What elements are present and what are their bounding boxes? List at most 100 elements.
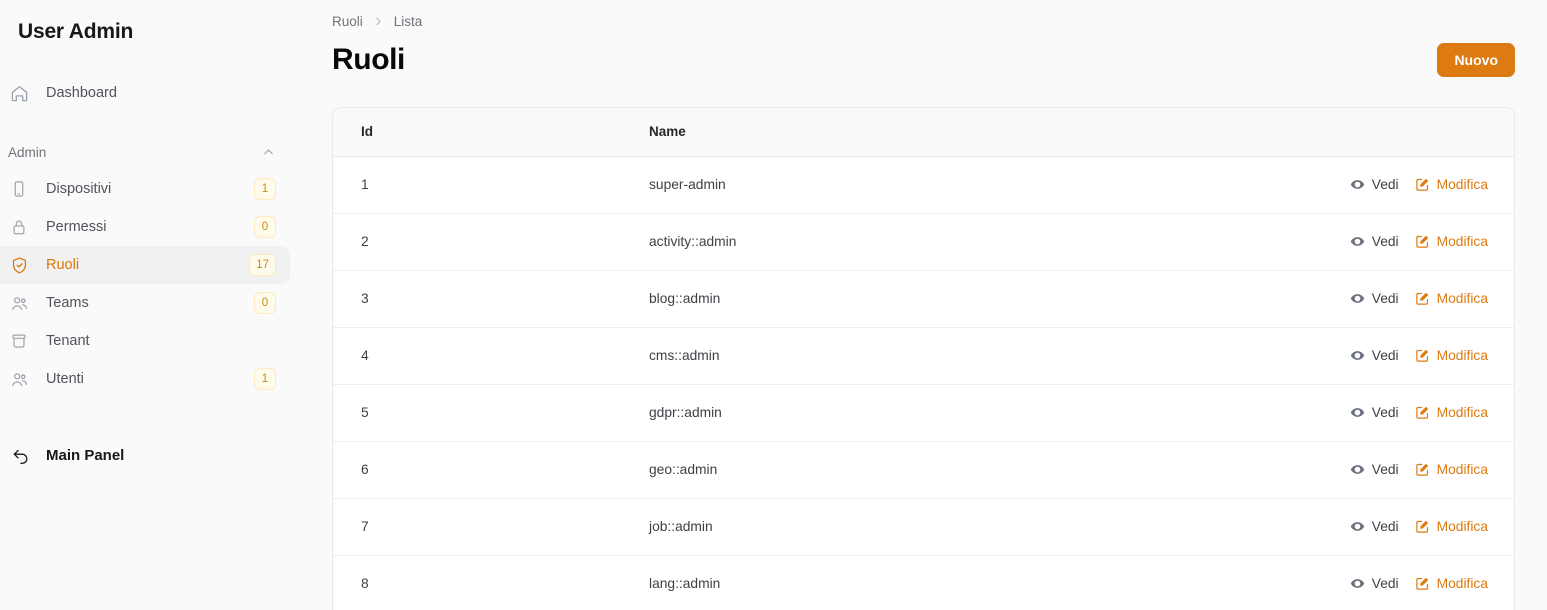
sidebar-item-label: Utenti	[46, 371, 84, 387]
view-action-label: Vedi	[1371, 348, 1399, 363]
view-action-label: Vedi	[1371, 519, 1399, 534]
sidebar-item-ruoli[interactable]: Ruoli 17	[0, 246, 290, 284]
edit-action[interactable]: Modifica	[1415, 234, 1488, 249]
view-action[interactable]: Vedi	[1350, 177, 1399, 192]
edit-action[interactable]: Modifica	[1415, 291, 1488, 306]
edit-action[interactable]: Modifica	[1415, 519, 1488, 534]
cell-actions: Vedi Modifica	[1304, 555, 1514, 610]
edit-action-label: Modifica	[1436, 462, 1488, 477]
sidebar-section-admin[interactable]: Admin	[0, 136, 290, 168]
arrow-uturn-left-icon	[10, 445, 32, 465]
edit-action-label: Modifica	[1436, 348, 1488, 363]
edit-action[interactable]: Modifica	[1415, 348, 1488, 363]
pencil-square-icon	[1415, 405, 1430, 420]
cell-name: cms::admin	[649, 327, 1304, 385]
view-action[interactable]: Vedi	[1350, 348, 1399, 363]
view-action[interactable]: Vedi	[1350, 405, 1399, 420]
sidebar-item-label: Ruoli	[46, 257, 80, 273]
sidebar-item-tenant[interactable]: Tenant	[0, 322, 290, 360]
eye-icon	[1350, 177, 1365, 192]
edit-action-label: Modifica	[1436, 405, 1488, 420]
cell-actions: Vedi Modifica	[1304, 156, 1514, 214]
cell-name: activity::admin	[649, 213, 1304, 271]
sidebar-item-permessi[interactable]: Permessi 0	[0, 208, 290, 246]
pencil-square-icon	[1415, 291, 1430, 306]
table-row[interactable]: 5 gdpr::admin Vedi Modifica	[333, 384, 1514, 442]
table-row[interactable]: 8 lang::admin Vedi Modifica	[333, 555, 1514, 610]
users-icon	[8, 368, 30, 390]
sidebar-item-label: Permessi	[46, 219, 107, 235]
edit-action[interactable]: Modifica	[1415, 462, 1488, 477]
breadcrumb-item-lista[interactable]: Lista	[394, 14, 423, 29]
sidebar: User Admin Dashboard Admin Dispositivi 1…	[0, 0, 290, 610]
eye-icon	[1350, 348, 1365, 363]
sidebar-item-label: Teams	[46, 295, 89, 311]
cell-name: geo::admin	[649, 441, 1304, 499]
edit-action[interactable]: Modifica	[1415, 405, 1488, 420]
eye-icon	[1350, 234, 1365, 249]
pencil-square-icon	[1415, 462, 1430, 477]
sidebar-item-badge: 17	[249, 254, 276, 276]
table-row[interactable]: 6 geo::admin Vedi Modifica	[333, 441, 1514, 499]
new-button[interactable]: Nuovo	[1437, 43, 1515, 77]
sidebar-item-dispositivi[interactable]: Dispositivi 1	[0, 170, 290, 208]
cell-id: 6	[333, 441, 649, 499]
cell-id: 8	[333, 555, 649, 610]
edit-action-label: Modifica	[1436, 177, 1488, 192]
eye-icon	[1350, 576, 1365, 591]
page-header: Ruoli Nuovo	[290, 30, 1531, 84]
cell-id: 1	[333, 156, 649, 214]
view-action[interactable]: Vedi	[1350, 462, 1399, 477]
shield-check-icon	[8, 254, 30, 276]
cell-actions: Vedi Modifica	[1304, 498, 1514, 556]
roles-table: Id Name 1 super-admin Vedi Modifica 2 ac…	[333, 108, 1514, 610]
chevron-up-icon[interactable]	[261, 145, 276, 160]
cell-name: blog::admin	[649, 270, 1304, 328]
edit-action[interactable]: Modifica	[1415, 576, 1488, 591]
eye-icon	[1350, 519, 1365, 534]
view-action-label: Vedi	[1371, 405, 1399, 420]
view-action-label: Vedi	[1371, 291, 1399, 306]
sidebar-main-panel-link[interactable]: Main Panel	[0, 438, 290, 472]
column-header-name[interactable]: Name	[649, 108, 1304, 157]
table-head: Id Name	[333, 108, 1514, 157]
device-phone-icon	[8, 178, 30, 200]
view-action-label: Vedi	[1371, 462, 1399, 477]
cell-name: job::admin	[649, 498, 1304, 556]
breadcrumb-item-ruoli[interactable]: Ruoli	[332, 14, 363, 29]
edit-action-label: Modifica	[1436, 519, 1488, 534]
eye-icon	[1350, 405, 1365, 420]
chevron-right-icon	[372, 15, 385, 28]
sidebar-nav: Dashboard Admin Dispositivi 1 Permessi 0…	[0, 74, 290, 398]
view-action[interactable]: Vedi	[1350, 576, 1399, 591]
cell-actions: Vedi Modifica	[1304, 213, 1514, 271]
eye-icon	[1350, 462, 1365, 477]
cell-id: 5	[333, 384, 649, 442]
table-row[interactable]: 7 job::admin Vedi Modifica	[333, 498, 1514, 556]
view-action[interactable]: Vedi	[1350, 291, 1399, 306]
pencil-square-icon	[1415, 177, 1430, 192]
sidebar-item-badge: 1	[254, 368, 276, 390]
cell-actions: Vedi Modifica	[1304, 384, 1514, 442]
column-header-actions	[1304, 108, 1514, 157]
table-header-row: Id Name	[333, 108, 1514, 157]
lock-icon	[8, 216, 30, 238]
cell-id: 3	[333, 270, 649, 328]
table-row[interactable]: 4 cms::admin Vedi Modifica	[333, 327, 1514, 385]
table-row[interactable]: 1 super-admin Vedi Modifica	[333, 156, 1514, 214]
cell-actions: Vedi Modifica	[1304, 441, 1514, 499]
cell-id: 7	[333, 498, 649, 556]
view-action[interactable]: Vedi	[1350, 519, 1399, 534]
edit-action[interactable]: Modifica	[1415, 177, 1488, 192]
sidebar-item-dashboard[interactable]: Dashboard	[0, 74, 290, 112]
view-action[interactable]: Vedi	[1350, 234, 1399, 249]
archive-box-icon	[8, 330, 30, 352]
users-icon	[8, 292, 30, 314]
table-row[interactable]: 3 blog::admin Vedi Modifica	[333, 270, 1514, 328]
column-header-id[interactable]: Id	[333, 108, 649, 157]
sidebar-item-badge: 0	[254, 292, 276, 314]
sidebar-item-teams[interactable]: Teams 0	[0, 284, 290, 322]
table-row[interactable]: 2 activity::admin Vedi Modifica	[333, 213, 1514, 271]
sidebar-item-utenti[interactable]: Utenti 1	[0, 360, 290, 398]
main-content: Ruoli Lista Ruoli Nuovo Id Name 1 super-…	[290, 0, 1547, 610]
